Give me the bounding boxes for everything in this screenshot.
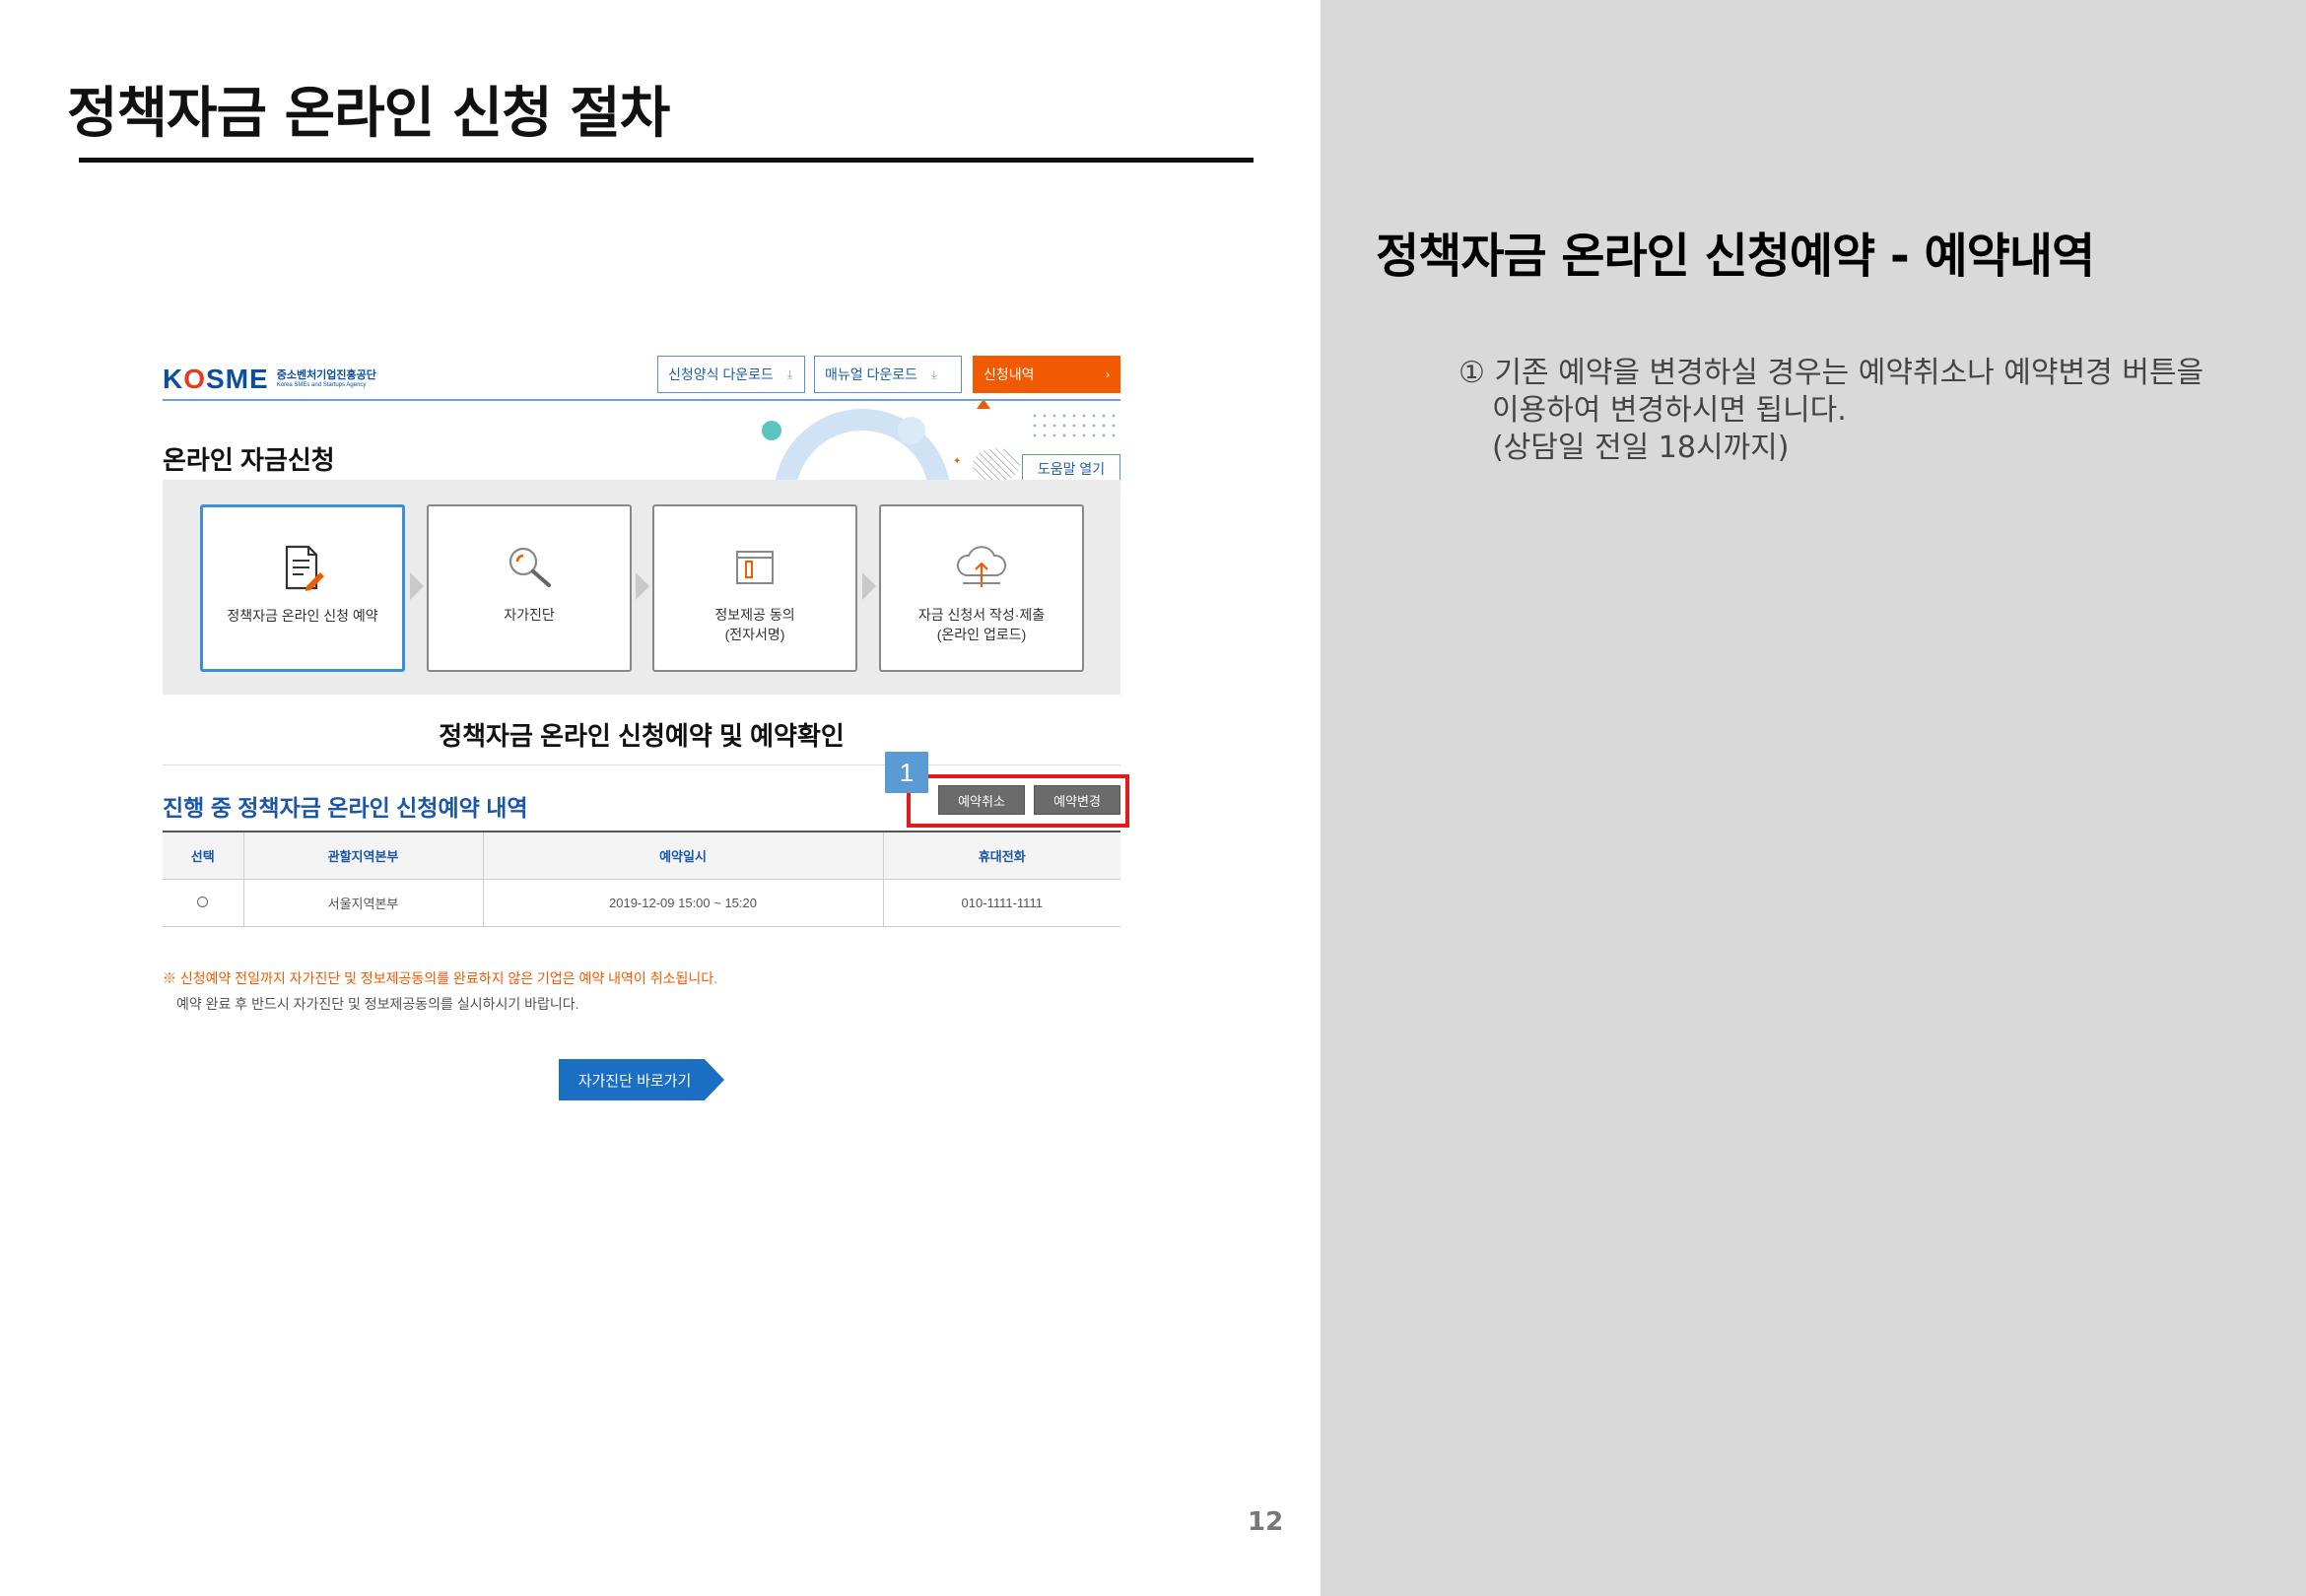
logo-name-ko: 중소벤처기업진흥공단 <box>276 369 376 381</box>
form-download-button[interactable]: 신청양식 다운로드 ⤓ <box>657 356 805 393</box>
page-title: 온라인 자금신청 <box>163 445 335 475</box>
table-header-row: 선택 관할지역본부 예약일시 휴대전화 <box>163 831 1120 880</box>
step-arrow-icon <box>862 572 876 600</box>
datetime-cell: 2019-12-09 15:00 ~ 15:20 <box>482 879 883 927</box>
slide-title: 정책자금 온라인 신청 절차 <box>67 82 670 146</box>
column-header: 관할지역본부 <box>242 831 483 880</box>
cancellation-notice: ※ 신청예약 전일까지 자가진단 및 정보제공동의를 완료하지 않은 기업은 예… <box>163 970 717 986</box>
column-header: 예약일시 <box>482 831 883 880</box>
manual-download-label: 매뉴얼 다운로드 <box>825 366 918 382</box>
description-line: ① 기존 예약을 변경하실 경우는 예약취소나 예약변경 버튼을 <box>1458 356 2204 390</box>
select-cell[interactable] <box>163 879 243 927</box>
phone-cell: 010-1111-1111 <box>882 879 1120 927</box>
panel-description: ① 기존 예약을 변경하실 경우는 예약취소나 예약변경 버튼을 이용하여 변경… <box>1458 355 2247 467</box>
document-pen-icon <box>277 541 328 596</box>
self-diagnosis-shortcut-button[interactable]: 자가진단 바로가기 <box>559 1059 724 1100</box>
decorative-dot-grid <box>1030 411 1119 440</box>
download-icon: ⤓ <box>786 366 793 381</box>
decorative-dot <box>898 417 925 444</box>
panel-heading: 정책자금 온라인 신청예약 - 예약내역 <box>1376 229 2095 284</box>
logo-name-en: Korea SMEs and Startups Agency <box>276 382 367 388</box>
title-divider <box>79 158 1254 163</box>
step-arrow-icon <box>636 572 649 600</box>
logo-text: 중소벤처기업진흥공단 Korea SMEs and Startups Agenc… <box>277 369 376 389</box>
step-label: 정보제공 동의 (전자서명) <box>714 607 795 642</box>
decorative-dot <box>762 421 781 440</box>
section-title: 정책자금 온라인 신청예약 및 예약확인 <box>439 721 845 751</box>
reservation-list-title: 진행 중 정책자금 온라인 신청예약 내역 <box>163 795 528 821</box>
download-icon: ⤓ <box>931 366 937 381</box>
change-reservation-button[interactable]: 예약변경 <box>1034 785 1120 815</box>
cancel-reservation-button[interactable]: 예약취소 <box>938 785 1025 815</box>
step-label: 자가진단 <box>504 607 555 623</box>
reservation-table: 선택 관할지역본부 예약일시 휴대전화 서울지역본부 2019-12-09 15… <box>163 831 1120 927</box>
step-arrow-icon <box>410 572 424 600</box>
column-header: 휴대전화 <box>882 831 1120 880</box>
step-online-reservation[interactable]: 정책자금 온라인 신청 예약 <box>200 504 405 672</box>
table-row[interactable]: 서울지역본부 2019-12-09 15:00 ~ 15:20 010-1111… <box>163 879 1120 927</box>
logo-emblem: O <box>183 364 207 394</box>
description-line: 이용하여 변경하시면 됩니다. <box>1492 393 1847 428</box>
folder-icon <box>729 540 780 595</box>
application-history-button[interactable]: 신청내역 › <box>973 356 1120 393</box>
step-label: 정책자금 온라인 신청 예약 <box>227 608 378 624</box>
kosme-logo[interactable]: KOSME 중소벤처기업진흥공단 Korea SMEs and Startups… <box>163 364 376 395</box>
app-screenshot: KOSME 중소벤처기업진흥공단 Korea SMEs and Startups… <box>163 350 1129 1108</box>
explanation-panel: 정책자금 온라인 신청예약 - 예약내역 ① 기존 예약을 변경하실 경우는 예… <box>1321 0 2306 1596</box>
region-cell: 서울지역본부 <box>242 879 483 927</box>
column-header: 선택 <box>163 831 243 880</box>
cloud-upload-icon <box>953 540 1010 595</box>
magnifier-icon <box>504 540 555 595</box>
decorative-star-icon: ✦ <box>953 456 962 467</box>
step-info-consent[interactable]: 정보제공 동의 (전자서명) <box>652 504 857 672</box>
step-application-submit[interactable]: 자금 신청서 작성·제출 (온라인 업로드) <box>879 504 1084 672</box>
select-radio[interactable] <box>197 896 209 907</box>
step-label: 자금 신청서 작성·제출 (온라인 업로드) <box>917 607 1046 642</box>
step-self-diagnosis[interactable]: 자가진단 <box>427 504 632 672</box>
decorative-hatch <box>973 448 1020 482</box>
form-download-label: 신청양식 다운로드 <box>668 366 774 382</box>
annotation-number-badge: 1 <box>885 752 928 793</box>
chevron-right-icon: › <box>1106 367 1110 381</box>
description-line: (상담일 전일 18시까지) <box>1492 431 1790 465</box>
application-history-label: 신청내역 <box>983 366 1035 382</box>
reminder-notice: 예약 완료 후 반드시 자가진단 및 정보제공동의를 실시하시기 바랍니다. <box>176 996 579 1012</box>
page-number: 12 <box>1248 1507 1284 1537</box>
manual-download-button[interactable]: 매뉴얼 다운로드 ⤓ <box>814 356 962 393</box>
logo-brand: KOSME <box>163 364 269 394</box>
header-divider <box>163 399 1120 401</box>
